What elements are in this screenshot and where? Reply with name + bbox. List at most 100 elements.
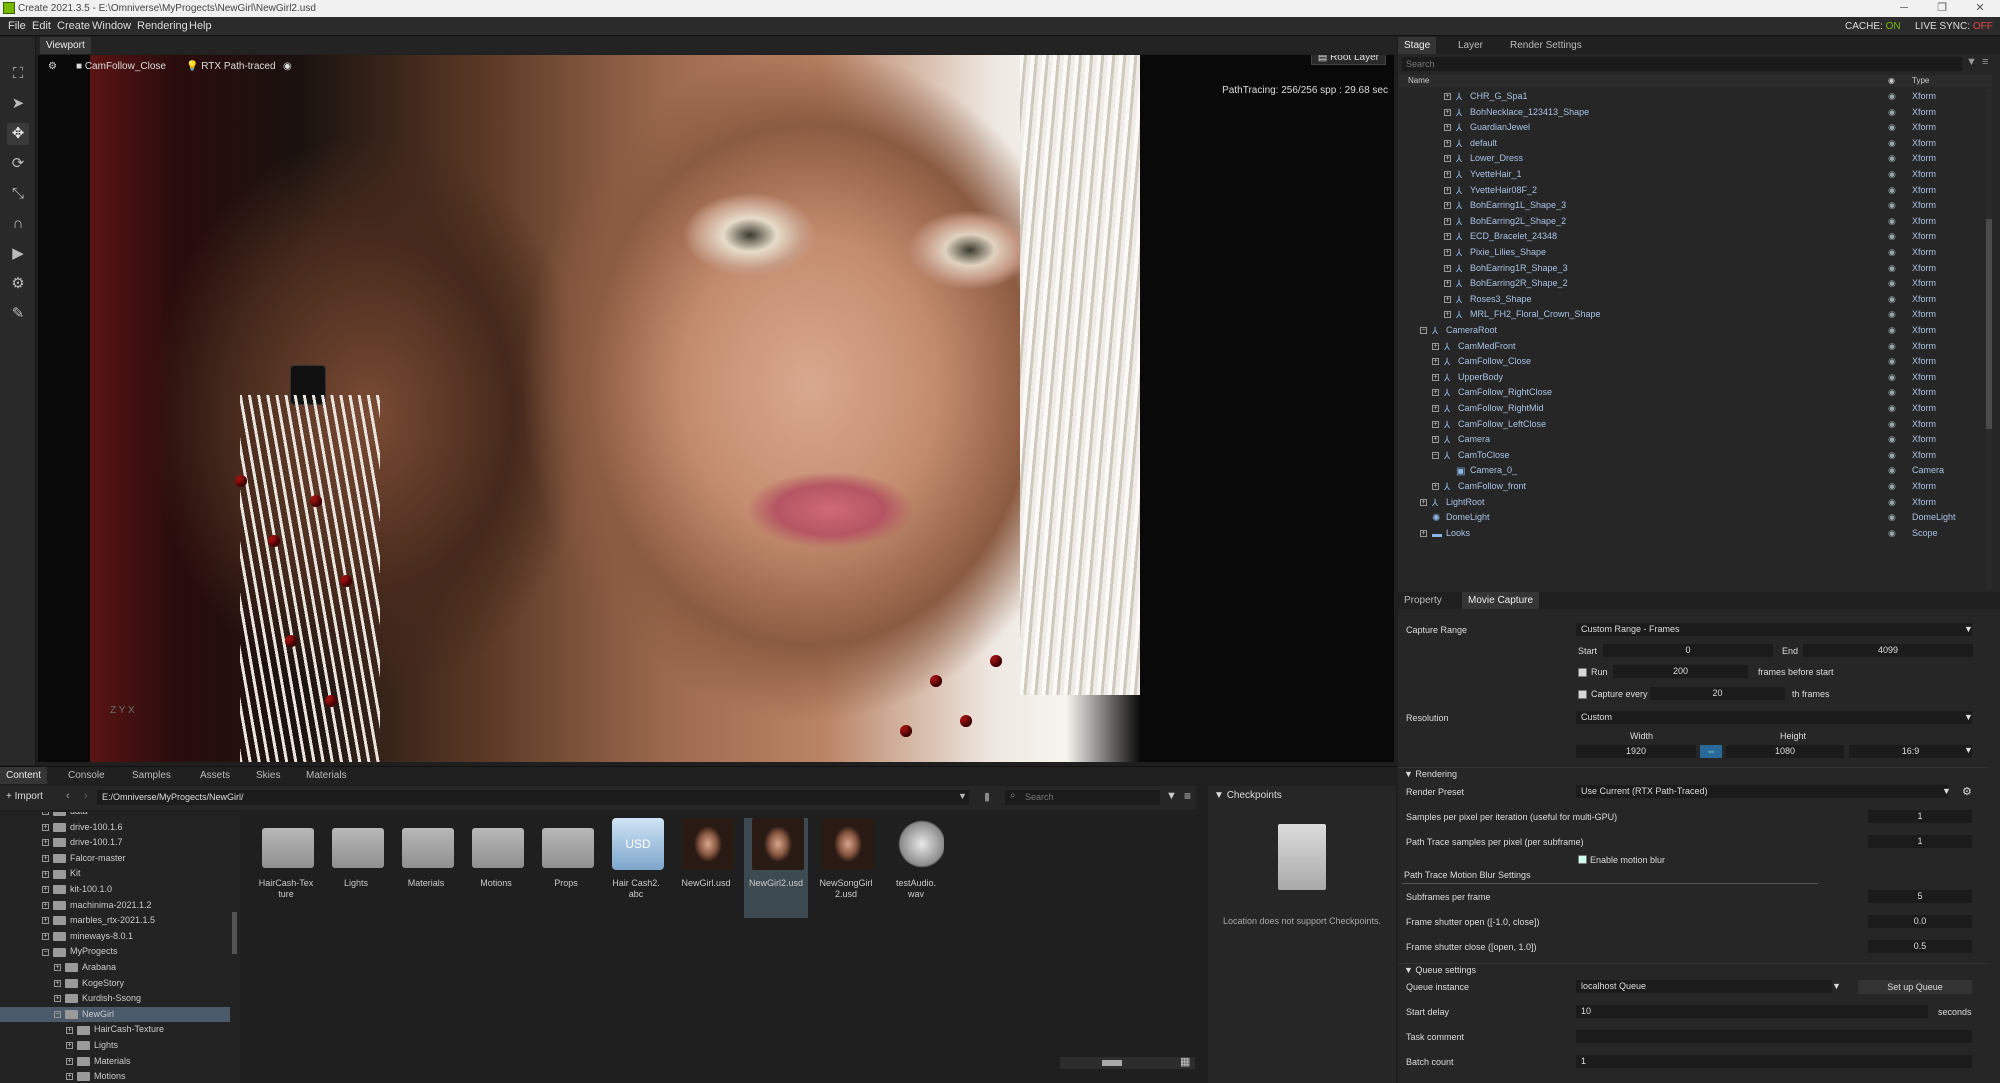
setup-queue-button[interactable]: Set up Queue <box>1858 980 1972 994</box>
shutter-open-field[interactable]: 0.0 <box>1868 915 1972 928</box>
visibility-icon[interactable]: ◉ <box>1888 385 1896 401</box>
viewport[interactable]: ⚙ ■ CamFollow_Close 💡 RTX Path-traced ◉ … <box>38 55 1394 762</box>
content-search-input[interactable]: Search <box>1005 790 1160 805</box>
expand-icon[interactable]: + <box>1432 405 1439 412</box>
expand-icon[interactable]: + <box>1432 373 1439 381</box>
stage-row[interactable]: + ⅄ CamMedFront ◉ Xform <box>1398 339 1992 355</box>
queue-settings-section[interactable]: ▼ Queue settings <box>1398 963 1988 976</box>
rotate-icon[interactable]: ⟳ <box>7 153 29 175</box>
col-name[interactable]: Name <box>1408 75 1429 87</box>
stage-row[interactable]: + ⅄ CamFollow_RightClose ◉ Xform <box>1398 385 1992 401</box>
chevron-down-icon[interactable]: ▼ <box>1964 624 1973 634</box>
stage-row[interactable]: + ⅄ GuardianJewel ◉ Xform <box>1398 120 1992 136</box>
tab-assets[interactable]: Assets <box>194 767 236 784</box>
path-field[interactable]: E:/Omniverse/MyProgects/NewGirl/ <box>97 790 969 805</box>
tab-skies[interactable]: Skies <box>250 767 286 784</box>
visibility-icon[interactable]: ◉ <box>1888 136 1896 152</box>
chevron-down-icon[interactable]: ▼ <box>1964 712 1973 722</box>
folder-tree-item[interactable]: + drive-100.1.7 <box>0 835 230 851</box>
stage-row[interactable]: + ⅄ LightRoot ◉ Xform <box>1398 495 1992 511</box>
link-icon[interactable]: ⇔ <box>1700 745 1722 758</box>
expand-icon[interactable]: + <box>42 901 49 909</box>
col-type[interactable]: Type <box>1912 75 1929 87</box>
stage-row[interactable]: − ⅄ CamToClose ◉ Xform <box>1398 448 1992 464</box>
stage-row[interactable]: + ⅄ CamFollow_front ◉ Xform <box>1398 479 1992 495</box>
stage-row[interactable]: + ⅄ BohNecklace_123413_Shape ◉ Xform <box>1398 105 1992 121</box>
batch-count-field[interactable]: 1 <box>1576 1055 1972 1068</box>
expand-icon[interactable]: + <box>42 870 49 878</box>
stage-row[interactable]: + ⅄ MRL_FH2_Floral_Crown_Shape ◉ Xform <box>1398 307 1992 323</box>
tab-property[interactable]: Property <box>1398 592 1448 609</box>
capture-every-checkbox[interactable] <box>1578 690 1587 699</box>
aspect-select[interactable]: 16:9 <box>1849 745 1972 758</box>
expand-icon[interactable]: + <box>1444 311 1451 319</box>
expand-icon[interactable]: + <box>54 964 61 972</box>
folder-tree-item[interactable]: + drive-100.1.6 <box>0 820 230 836</box>
menu-window[interactable]: Window <box>92 20 131 32</box>
folder-tree-item[interactable]: + Kit <box>0 866 230 882</box>
visibility-icon[interactable]: ◉ <box>1888 167 1896 183</box>
visibility-icon[interactable]: ◉ <box>1888 229 1896 245</box>
expand-icon[interactable]: + <box>1444 124 1451 132</box>
tab-viewport[interactable]: Viewport <box>40 37 91 54</box>
spp-iteration-field[interactable]: 1 <box>1868 810 1972 823</box>
tab-materials[interactable]: Materials <box>300 767 353 784</box>
expand-icon[interactable]: + <box>1444 186 1451 194</box>
renderer-select[interactable]: 💡 RTX Path-traced <box>186 59 276 75</box>
height-field[interactable]: 1080 <box>1726 745 1844 758</box>
expand-icon[interactable]: + <box>54 995 61 1003</box>
visibility-icon[interactable]: ◉ <box>1888 510 1896 526</box>
expand-icon[interactable]: + <box>1420 498 1427 506</box>
menu-file[interactable]: File <box>8 20 26 32</box>
expand-icon[interactable]: + <box>1444 233 1451 241</box>
checkpoints-title[interactable]: ▼ Checkpoints <box>1214 790 1282 801</box>
collapse-icon[interactable]: − <box>1432 451 1439 459</box>
width-field[interactable]: 1920 <box>1576 745 1696 758</box>
collapse-icon[interactable]: − <box>42 948 49 956</box>
expand-icon[interactable]: + <box>1444 171 1451 178</box>
expand-icon[interactable]: + <box>66 1026 73 1034</box>
play-icon[interactable]: ▶ <box>7 243 29 265</box>
expand-icon[interactable]: + <box>1444 139 1451 147</box>
expand-icon[interactable]: + <box>54 979 61 987</box>
expand-icon[interactable]: + <box>42 854 49 862</box>
visibility-icon[interactable]: ◉ <box>1888 307 1896 323</box>
rendering-section[interactable]: ▼ Rendering <box>1398 767 1988 780</box>
start-field[interactable]: 0 <box>1603 644 1773 657</box>
asset-item[interactable]: HairCash-Tex ture <box>254 818 318 918</box>
camera-select[interactable]: ■ CamFollow_Close <box>76 59 166 75</box>
expand-icon[interactable]: + <box>1432 436 1439 444</box>
stage-row[interactable]: + ⅄ CHR_G_Spa1 ◉ Xform <box>1398 89 1992 105</box>
stage-search-input[interactable]: Search <box>1402 57 1962 71</box>
stage-row[interactable]: + ⅄ default ◉ Xform <box>1398 136 1992 152</box>
close-icon[interactable]: ✕ <box>1960 0 2000 17</box>
resolution-select[interactable]: Custom <box>1576 711 1972 724</box>
root-layer-button[interactable]: ▤ Root Layer <box>1310 55 1386 65</box>
visibility-icon[interactable]: ◉ <box>1888 417 1896 433</box>
expand-icon[interactable]: + <box>66 1042 73 1050</box>
visibility-icon[interactable]: ◉ <box>1888 526 1896 542</box>
tab-stage[interactable]: Stage <box>1398 37 1437 54</box>
end-field[interactable]: 4099 <box>1803 644 1973 657</box>
chevron-down-icon[interactable]: ▼ <box>1964 745 1973 755</box>
asset-item[interactable]: USD Hair Cash2. abc <box>604 818 668 918</box>
folder-tree-item[interactable]: + Arabana <box>0 960 230 976</box>
stage-row[interactable]: + ⅄ CamFollow_LeftClose ◉ Xform <box>1398 417 1992 433</box>
stage-row[interactable]: + ▬ Looks ◉ Scope <box>1398 526 1992 542</box>
menu-icon[interactable]: ≡ <box>1184 789 1191 803</box>
tab-render-settings[interactable]: Render Settings <box>1504 37 1588 54</box>
folder-tree-item[interactable]: + Lights <box>0 1038 230 1054</box>
expand-icon[interactable]: + <box>1432 358 1439 366</box>
paint-icon[interactable]: ✎ <box>7 303 29 325</box>
stage-row[interactable]: + ⅄ CamFollow_RightMid ◉ Xform <box>1398 401 1992 417</box>
stage-row[interactable]: − ⅄ CameraRoot ◉ Xform <box>1398 323 1992 339</box>
render-preset-select[interactable]: Use Current (RTX Path-Traced) <box>1576 785 1948 798</box>
visibility-icon[interactable]: ◉ <box>1888 245 1896 261</box>
task-comment-field[interactable] <box>1576 1030 1972 1043</box>
run-field[interactable]: 200 <box>1613 665 1748 678</box>
stage-row[interactable]: ✺ DomeLight ◉ DomeLight <box>1398 510 1992 526</box>
bookmark-icon[interactable]: ▮ <box>984 790 990 803</box>
folder-tree-item[interactable]: + machinima-2021.1.2 <box>0 898 230 914</box>
stage-row[interactable]: + ⅄ BohEarring1R_Shape_3 ◉ Xform <box>1398 261 1992 277</box>
queue-instance-select[interactable]: localhost Queue <box>1576 980 1832 993</box>
